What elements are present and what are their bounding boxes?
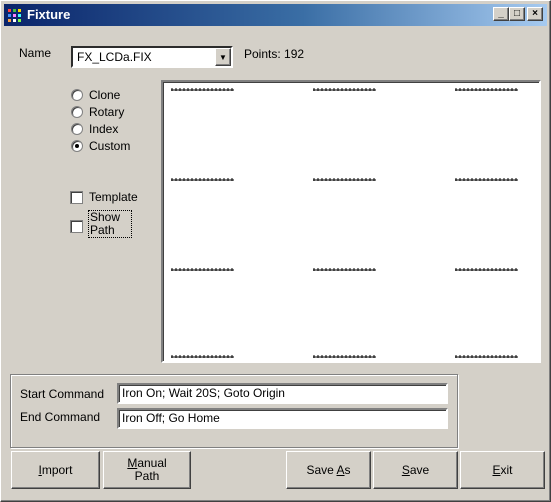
manual-path-button[interactable]: Manual Path bbox=[103, 451, 191, 489]
window-title: Fixture bbox=[27, 7, 71, 22]
checkbox-box bbox=[70, 190, 83, 204]
radio-indicator bbox=[71, 106, 83, 118]
end-command-input[interactable]: Iron Off; Go Home bbox=[117, 408, 448, 429]
save-button[interactable]: Save bbox=[373, 451, 458, 489]
template-checkbox-label: Template bbox=[89, 190, 138, 204]
point-group bbox=[313, 178, 376, 181]
show-path-checkbox-label: Show Path bbox=[88, 210, 132, 238]
point-group bbox=[171, 178, 234, 181]
point-grid bbox=[171, 88, 518, 358]
close-icon: × bbox=[532, 8, 538, 19]
close-button[interactable]: × bbox=[527, 7, 543, 21]
radio-indicator bbox=[71, 123, 83, 135]
app-icon bbox=[7, 7, 23, 23]
start-command-label: Start Command bbox=[20, 387, 105, 401]
template-checkbox[interactable]: Template bbox=[70, 189, 138, 205]
name-combobox[interactable]: FX_LCDa.FIX ▼ bbox=[71, 46, 233, 68]
radio-rotary-label: Rotary bbox=[89, 105, 125, 119]
radio-custom[interactable]: Custom bbox=[71, 138, 130, 154]
point-group bbox=[171, 88, 234, 91]
commands-group: Start Command Iron On; Wait 20S; Goto Or… bbox=[10, 374, 458, 448]
name-combobox-value: FX_LCDa.FIX bbox=[77, 50, 152, 64]
radio-index-label: Index bbox=[89, 122, 119, 136]
name-label: Name bbox=[19, 46, 52, 60]
minimize-icon: _ bbox=[498, 8, 504, 19]
point-group bbox=[455, 178, 518, 181]
radio-clone[interactable]: Clone bbox=[71, 87, 120, 103]
point-group bbox=[171, 268, 234, 271]
point-group bbox=[313, 355, 376, 358]
point-group bbox=[171, 355, 234, 358]
save-as-button[interactable]: Save As bbox=[286, 451, 371, 489]
radio-custom-label: Custom bbox=[89, 139, 131, 153]
checkbox-box bbox=[70, 220, 83, 233]
point-group bbox=[455, 268, 518, 271]
minimize-button[interactable]: _ bbox=[493, 7, 509, 21]
point-group bbox=[455, 88, 518, 91]
end-command-label: End Command bbox=[20, 410, 101, 424]
point-group bbox=[455, 355, 518, 358]
fixture-window: Fixture _ □ × Name FX_LCDa.FIX ▼ Points:… bbox=[0, 0, 551, 502]
radio-indicator bbox=[71, 89, 83, 101]
show-path-checkbox[interactable]: Show Path bbox=[70, 210, 154, 238]
exit-button[interactable]: Exit bbox=[460, 451, 545, 489]
radio-rotary[interactable]: Rotary bbox=[71, 104, 124, 120]
chevron-down-icon[interactable]: ▼ bbox=[215, 48, 231, 66]
maximize-icon: □ bbox=[513, 8, 521, 19]
fixture-canvas[interactable] bbox=[161, 80, 541, 363]
points-count: Points: 192 bbox=[244, 47, 305, 61]
point-group bbox=[313, 268, 376, 271]
start-command-input[interactable]: Iron On; Wait 20S; Goto Origin bbox=[117, 383, 448, 404]
maximize-button[interactable]: □ bbox=[509, 7, 525, 21]
radio-indicator-selected bbox=[71, 140, 83, 152]
title-bar[interactable]: Fixture _ □ × bbox=[4, 4, 547, 26]
radio-index[interactable]: Index bbox=[71, 121, 118, 137]
import-button[interactable]: Import bbox=[11, 451, 100, 489]
point-group bbox=[313, 88, 376, 91]
radio-clone-label: Clone bbox=[89, 88, 121, 102]
